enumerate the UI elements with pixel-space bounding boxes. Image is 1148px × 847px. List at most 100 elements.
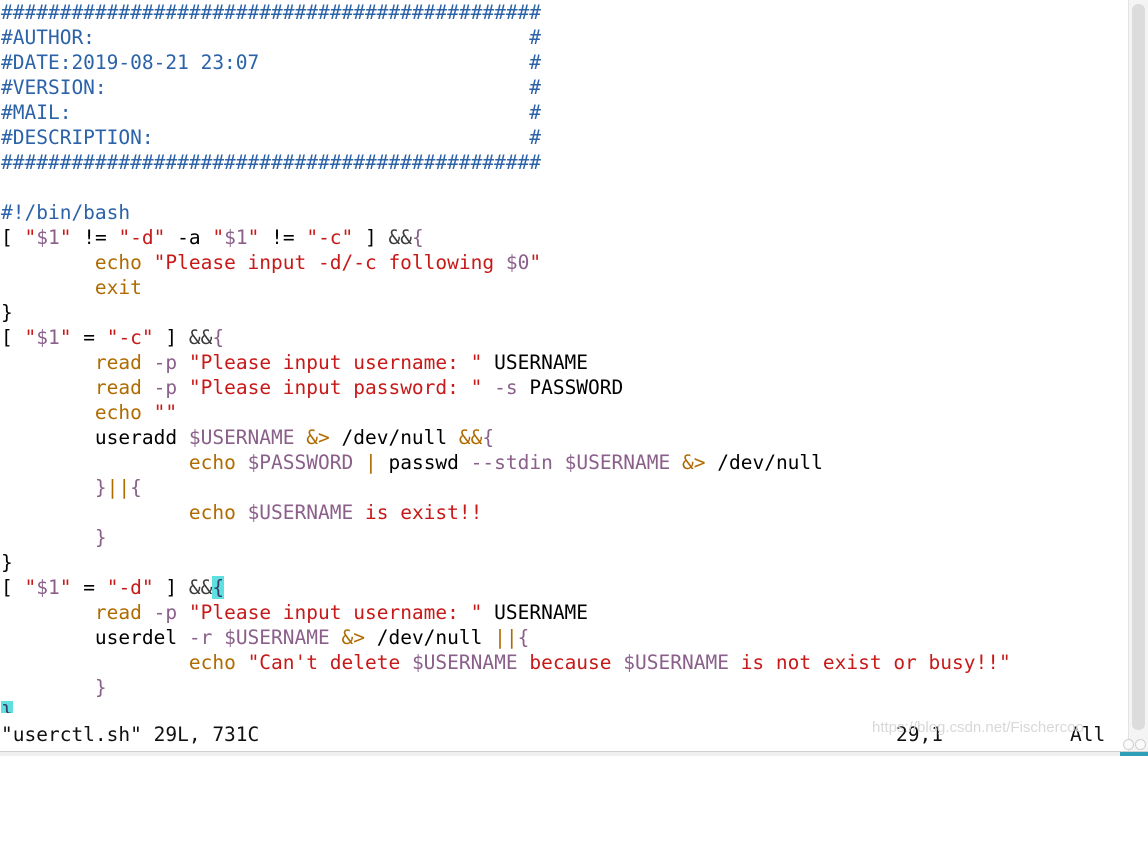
code-token: #VERSION: # bbox=[1, 76, 542, 99]
code-token: { bbox=[130, 476, 142, 499]
editor-line[interactable]: #DATE:2019-08-21 23:07 # bbox=[0, 50, 1128, 75]
code-token: read bbox=[94, 376, 142, 399]
code-token: $1 bbox=[224, 226, 248, 249]
editor-line[interactable]: [ "$1" != "-d" -a "$1" != "-c" ] &&{ bbox=[0, 225, 1128, 250]
editor-line[interactable]: #AUTHOR: # bbox=[0, 25, 1128, 50]
scrollbar-corner-dot-left-icon bbox=[1123, 739, 1134, 750]
code-token: } bbox=[94, 476, 107, 499]
editor-line[interactable]: } bbox=[0, 525, 1128, 550]
editor-line[interactable]: [ "$1" = "-d" ] &&{ bbox=[0, 575, 1128, 600]
code-token: useradd bbox=[1, 426, 189, 449]
code-token: " bbox=[24, 226, 37, 249]
code-token: } bbox=[1, 701, 13, 713]
code-token: is exist!! bbox=[364, 501, 483, 524]
editor-line[interactable]: read -p "Please input username: " USERNA… bbox=[0, 350, 1128, 375]
code-token: --stdin bbox=[470, 451, 553, 474]
code-token: PASSWORD bbox=[517, 376, 624, 399]
editor-line[interactable]: echo $USERNAME is exist!! bbox=[0, 500, 1128, 525]
editor-line[interactable]: #MAIL: # bbox=[0, 100, 1128, 125]
code-token: ########################################… bbox=[1, 1, 542, 24]
code-token: -p bbox=[153, 376, 178, 399]
editor-line[interactable]: } bbox=[0, 675, 1128, 700]
editor-line[interactable]: #VERSION: # bbox=[0, 75, 1128, 100]
status-cursor-position: 29,1 bbox=[896, 723, 943, 746]
scrollbar-corner-dot-right-icon bbox=[1135, 739, 1146, 750]
editor-line[interactable]: [ "$1" = "-c" ] &&{ bbox=[0, 325, 1128, 350]
code-token: " bbox=[59, 226, 72, 249]
editor-line[interactable]: }||{ bbox=[0, 475, 1128, 500]
editor-line[interactable]: userdel -r $USERNAME &> /dev/null ||{ bbox=[0, 625, 1128, 650]
code-token: is not exist or busy!!" bbox=[728, 651, 1011, 674]
status-scroll-position: All bbox=[1070, 723, 1106, 746]
editor-line[interactable]: } bbox=[0, 550, 1128, 575]
editor-line[interactable]: useradd $USERNAME &> /dev/null &&{ bbox=[0, 425, 1128, 450]
code-token: " bbox=[59, 576, 72, 599]
editor-line[interactable]: read -p "Please input username: " USERNA… bbox=[0, 600, 1128, 625]
code-token: "-c" bbox=[306, 226, 354, 249]
code-token: " bbox=[24, 576, 37, 599]
code-token: $0 bbox=[505, 251, 530, 274]
editor-line[interactable]: } bbox=[0, 700, 1128, 713]
editor-line[interactable]: echo "Please input -d/-c following $0" bbox=[0, 250, 1128, 275]
vertical-scrollbar-track[interactable] bbox=[1123, 0, 1148, 756]
code-token: #DESCRIPTION: # bbox=[1, 126, 542, 149]
editor-line[interactable]: echo "" bbox=[0, 400, 1128, 425]
code-token: = bbox=[71, 326, 107, 349]
code-token: || bbox=[494, 626, 518, 649]
code-token: /dev/null bbox=[705, 451, 823, 474]
editor-line[interactable] bbox=[0, 175, 1128, 200]
code-token: "Please input username: " bbox=[188, 351, 483, 374]
editor-line[interactable]: ########################################… bbox=[0, 0, 1128, 25]
code-token: " bbox=[247, 226, 260, 249]
window-bottom-strip bbox=[0, 751, 1148, 756]
status-file-info: "userctl.sh" 29L, 731C bbox=[1, 723, 260, 746]
code-token: && bbox=[188, 576, 213, 599]
code-token: = bbox=[71, 576, 107, 599]
code-token: -s bbox=[494, 376, 518, 399]
code-token: "Can't delete bbox=[247, 651, 412, 674]
code-token: ] bbox=[353, 226, 389, 249]
code-token: echo bbox=[188, 651, 236, 674]
editor-line[interactable]: #!/bin/bash bbox=[0, 200, 1128, 225]
code-token: ] bbox=[153, 576, 189, 599]
code-token: &> bbox=[682, 451, 706, 474]
code-token: && bbox=[388, 226, 413, 249]
code-token: $USERNAME bbox=[623, 651, 729, 674]
code-token: } bbox=[94, 676, 107, 699]
code-token: #DATE:2019-08-21 23:07 # bbox=[1, 51, 542, 74]
vertical-scrollbar-thumb[interactable] bbox=[1132, 4, 1145, 730]
code-token: " bbox=[529, 251, 542, 274]
code-token: #MAIL: # bbox=[1, 101, 542, 124]
code-token: } bbox=[1, 551, 13, 574]
editor-line[interactable]: read -p "Please input password: " -s PAS… bbox=[0, 375, 1128, 400]
editor-line[interactable]: exit bbox=[0, 275, 1128, 300]
code-token: $USERNAME bbox=[247, 501, 354, 524]
editor-line[interactable]: echo $PASSWORD | passwd --stdin $USERNAM… bbox=[0, 450, 1128, 475]
editor-line[interactable]: echo "Can't delete $USERNAME because $US… bbox=[0, 650, 1128, 675]
code-token: { bbox=[482, 426, 495, 449]
vim-status-line: "userctl.sh" 29L, 731C 29,1 All bbox=[0, 722, 1148, 752]
editor-line[interactable]: #DESCRIPTION: # bbox=[0, 125, 1128, 150]
code-token: echo bbox=[94, 401, 142, 424]
code-token: $1 bbox=[36, 226, 60, 249]
editor-text-buffer[interactable]: ########################################… bbox=[0, 0, 1128, 713]
code-token: /dev/null bbox=[329, 426, 459, 449]
editor-line[interactable]: } bbox=[0, 300, 1128, 325]
editor-line[interactable]: ########################################… bbox=[0, 150, 1128, 175]
code-token: $PASSWORD bbox=[247, 451, 354, 474]
code-token: } bbox=[1, 301, 13, 324]
